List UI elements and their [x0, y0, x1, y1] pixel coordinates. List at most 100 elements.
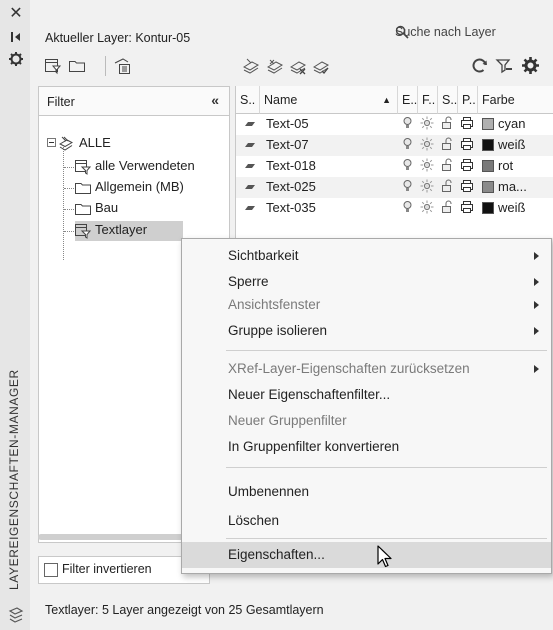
filter-header: Filter «	[39, 87, 229, 116]
palette-title-text: LAYEREIGENSCHAFTEN-MANAGER	[7, 369, 21, 590]
unlocked-icon[interactable]	[441, 116, 453, 130]
swatch-fill	[482, 160, 494, 172]
tree-item-allgemein[interactable]: Allgemein (MB)	[75, 178, 230, 198]
sun-thawed-icon[interactable]	[420, 137, 434, 151]
color-swatch[interactable]	[482, 181, 494, 193]
printer-icon[interactable]	[460, 158, 474, 172]
menu-item-neuer-gruppenfilter[interactable]: Neuer Gruppenfilter	[182, 408, 551, 434]
color-swatch[interactable]	[482, 160, 494, 172]
tree-item-textlayer[interactable]: Textlayer	[75, 221, 183, 241]
tree-item-label: Allgemein (MB)	[95, 179, 184, 194]
color-name: rot	[498, 158, 514, 173]
column-header-lock[interactable]: S..	[438, 86, 458, 114]
current-layer-label: Aktueller Layer: Kontur-05	[45, 31, 191, 45]
layer-name: Text-05	[266, 116, 309, 131]
menu-separator	[226, 350, 547, 351]
collapse-filter-icon[interactable]: «	[211, 92, 219, 108]
submenu-arrow-icon	[534, 301, 539, 309]
close-icon[interactable]: ✕	[8, 6, 24, 22]
layer-row[interactable]: Text-07 weiß	[236, 135, 553, 156]
printer-icon[interactable]	[460, 200, 474, 214]
column-header-status[interactable]: S..	[236, 86, 260, 114]
menu-item-xref-reset[interactable]: XRef-Layer-Eigenschaften zurücksetzen	[182, 356, 551, 382]
column-header-plot[interactable]: P..	[458, 86, 478, 114]
column-header-on[interactable]: E..	[398, 86, 418, 114]
color-swatch[interactable]	[482, 202, 494, 214]
menu-item-ansichtsfenster[interactable]: Ansichtsfenster	[182, 292, 551, 318]
sun-thawed-icon[interactable]	[420, 179, 434, 193]
sun-thawed-icon[interactable]	[420, 200, 434, 214]
property-filter-icon	[75, 159, 91, 175]
bulb-on-icon[interactable]	[402, 200, 413, 214]
refresh-icon[interactable]	[471, 57, 489, 75]
unlocked-icon[interactable]	[441, 200, 453, 214]
tree-item-alle-verwendeten[interactable]: alle Verwendeten	[75, 157, 230, 177]
menu-item-sichtbarkeit[interactable]: Sichtbarkeit	[182, 243, 551, 269]
color-swatch[interactable]	[482, 118, 494, 130]
sort-ascending-icon: ▲	[382, 95, 391, 105]
new-group-filter-icon[interactable]	[68, 57, 86, 75]
menu-item-umbenennen[interactable]: Umbenennen	[182, 479, 551, 505]
column-header-freeze[interactable]: F..	[418, 86, 438, 114]
tree-item-label: Textlayer	[95, 222, 148, 237]
layer-status-icon	[243, 184, 255, 190]
sun-thawed-icon[interactable]	[420, 158, 434, 172]
printer-icon[interactable]	[460, 116, 474, 130]
property-filter-icon	[75, 223, 91, 239]
group-filter-icon	[75, 180, 91, 196]
new-layer-icon[interactable]	[242, 57, 260, 75]
swatch-fill	[482, 181, 494, 193]
unlocked-icon[interactable]	[441, 179, 453, 193]
layer-row[interactable]: Text-018 rot	[236, 156, 553, 177]
bulb-on-icon[interactable]	[402, 116, 413, 130]
bulb-on-icon[interactable]	[402, 158, 413, 172]
autohide-icon[interactable]	[8, 29, 24, 45]
invert-filter-checkbox[interactable]	[44, 563, 58, 577]
search-field[interactable]: Suche nach Layer	[387, 22, 547, 44]
menu-item-eigenschaften[interactable]: Eigenschaften...	[182, 542, 551, 568]
submenu-arrow-icon	[534, 278, 539, 286]
menu-item-gruppe-isolieren[interactable]: Gruppe isolieren	[182, 318, 551, 344]
collapse-toggle-icon[interactable]	[47, 138, 56, 147]
color-swatch[interactable]	[482, 139, 494, 151]
menu-item-neuer-eigenschaftenfilter[interactable]: Neuer Eigenschaftenfilter...	[182, 382, 551, 408]
layer-states-icon[interactable]	[113, 57, 131, 75]
menu-item-label: In Gruppenfilter konvertieren	[228, 439, 400, 454]
sun-thawed-icon[interactable]	[420, 116, 434, 130]
menu-separator	[226, 467, 547, 468]
bulb-on-icon[interactable]	[402, 179, 413, 193]
layer-settings-icon[interactable]	[495, 57, 513, 75]
layer-row[interactable]: Text-025 ma...	[236, 177, 553, 198]
delete-layer-icon[interactable]	[289, 57, 307, 75]
printer-icon[interactable]	[460, 179, 474, 193]
menu-item-label: Neuer Eigenschaftenfilter...	[228, 387, 391, 402]
tree-item-alle[interactable]: ALLE	[47, 134, 227, 154]
tree-item-bau[interactable]: Bau	[75, 199, 230, 219]
layer-stack-icon[interactable]	[8, 606, 24, 623]
layer-status-icon	[243, 163, 255, 169]
status-bar-text: Textlayer: 5 Layer angezeigt von 25 Gesa…	[45, 603, 324, 617]
unlocked-icon[interactable]	[441, 137, 453, 151]
column-header-name[interactable]: Name ▲	[260, 86, 398, 114]
layer-row[interactable]: Text-05 cyan	[236, 114, 553, 135]
swatch-fill	[482, 139, 494, 151]
tree-connector	[64, 188, 74, 189]
bulb-on-icon[interactable]	[402, 137, 413, 151]
new-property-filter-icon[interactable]	[44, 57, 62, 75]
printer-icon[interactable]	[460, 137, 474, 151]
settings-gear-icon[interactable]	[521, 56, 539, 74]
column-header-color[interactable]: Farbe	[478, 86, 553, 114]
layer-status-icon	[243, 142, 255, 148]
horizontal-scrollbar[interactable]	[38, 534, 188, 540]
set-current-layer-icon[interactable]	[312, 57, 330, 75]
tree-item-label: alle Verwendeten	[95, 158, 195, 173]
new-vp-frozen-layer-icon[interactable]	[266, 57, 284, 75]
menu-item-in-gruppenfilter-konvertieren[interactable]: In Gruppenfilter konvertieren	[182, 434, 551, 460]
menu-item-loeschen[interactable]: Löschen	[182, 508, 551, 534]
menu-item-label: Sichtbarkeit	[228, 248, 299, 263]
search-icon[interactable]	[395, 25, 545, 39]
unlocked-icon[interactable]	[441, 158, 453, 172]
properties-icon[interactable]	[8, 51, 24, 67]
submenu-arrow-icon	[534, 365, 539, 373]
layer-row[interactable]: Text-035 weiß	[236, 198, 553, 219]
